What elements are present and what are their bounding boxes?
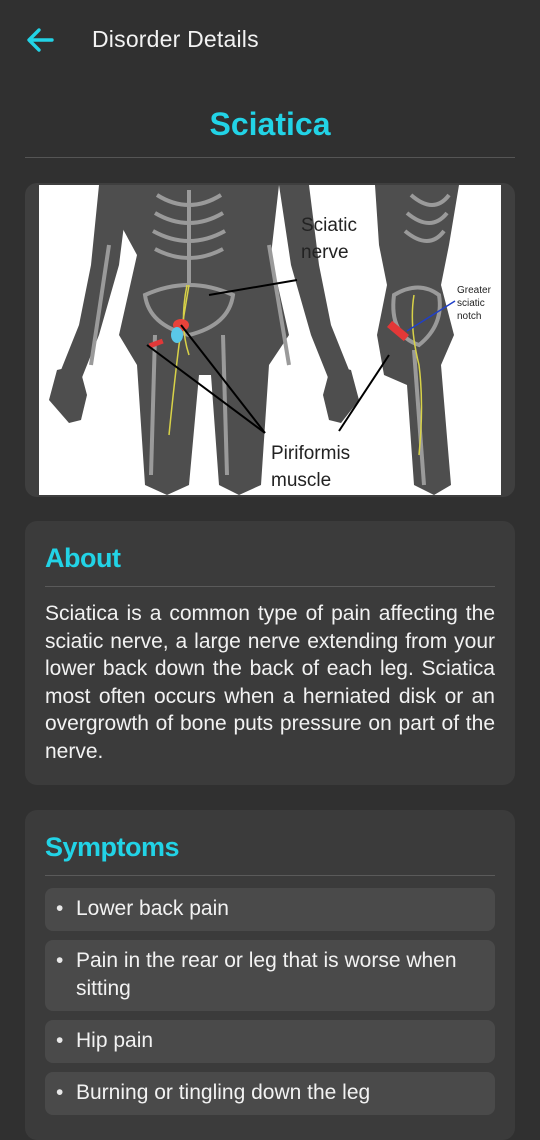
label-notch: notch bbox=[457, 311, 481, 322]
label-nerve: nerve bbox=[301, 242, 349, 263]
illustration-card: Sciatic nerve Piriformis muscle Greater … bbox=[25, 183, 515, 497]
about-text: Sciatica is a common type of pain affect… bbox=[45, 602, 495, 763]
symptom-text: Lower back pain bbox=[76, 897, 229, 920]
symptoms-card: Symptoms • Lower back pain • Pain in the… bbox=[25, 810, 515, 1140]
label-greater: Greater bbox=[457, 285, 492, 296]
label-sciatic-small: sciatic bbox=[457, 298, 485, 309]
back-button[interactable] bbox=[22, 24, 58, 56]
bullet-icon: • bbox=[56, 1029, 64, 1052]
bullet-icon: • bbox=[56, 1081, 64, 1104]
label-piriformis: Piriformis bbox=[271, 443, 350, 464]
about-divider bbox=[45, 586, 495, 587]
symptom-text: Pain in the rear or leg that is worse wh… bbox=[76, 949, 457, 1000]
about-heading: About bbox=[45, 543, 121, 573]
arrow-left-icon bbox=[27, 28, 54, 52]
symptom-item: • Lower back pain bbox=[45, 888, 495, 931]
symptoms-heading: Symptoms bbox=[45, 832, 180, 862]
symptoms-divider bbox=[45, 875, 495, 876]
side-body-silhouette bbox=[375, 185, 459, 495]
about-card: About Sciatica is a common type of pain … bbox=[25, 521, 515, 785]
symptom-text: Burning or tingling down the leg bbox=[76, 1081, 371, 1104]
app-bar: Disorder Details bbox=[0, 0, 540, 80]
symptom-list: • Lower back pain • Pain in the rear or … bbox=[45, 888, 495, 1124]
bullet-icon: • bbox=[56, 897, 64, 920]
bullet-icon: • bbox=[56, 949, 64, 972]
symptom-text: Hip pain bbox=[76, 1029, 154, 1052]
symptom-item: • Pain in the rear or leg that is worse … bbox=[45, 940, 495, 1011]
sciatica-illustration: Sciatic nerve Piriformis muscle Greater … bbox=[39, 185, 501, 495]
title-divider bbox=[25, 157, 515, 158]
disorder-title: Sciatica bbox=[209, 106, 331, 142]
symptom-item: • Hip pain bbox=[45, 1020, 495, 1063]
symptom-item: • Burning or tingling down the leg bbox=[45, 1072, 495, 1115]
appbar-title: Disorder Details bbox=[92, 26, 259, 52]
anatomy-diagram: Sciatic nerve Piriformis muscle Greater … bbox=[49, 185, 492, 495]
label-sciatic: Sciatic bbox=[301, 215, 357, 236]
label-muscle: muscle bbox=[271, 470, 331, 491]
